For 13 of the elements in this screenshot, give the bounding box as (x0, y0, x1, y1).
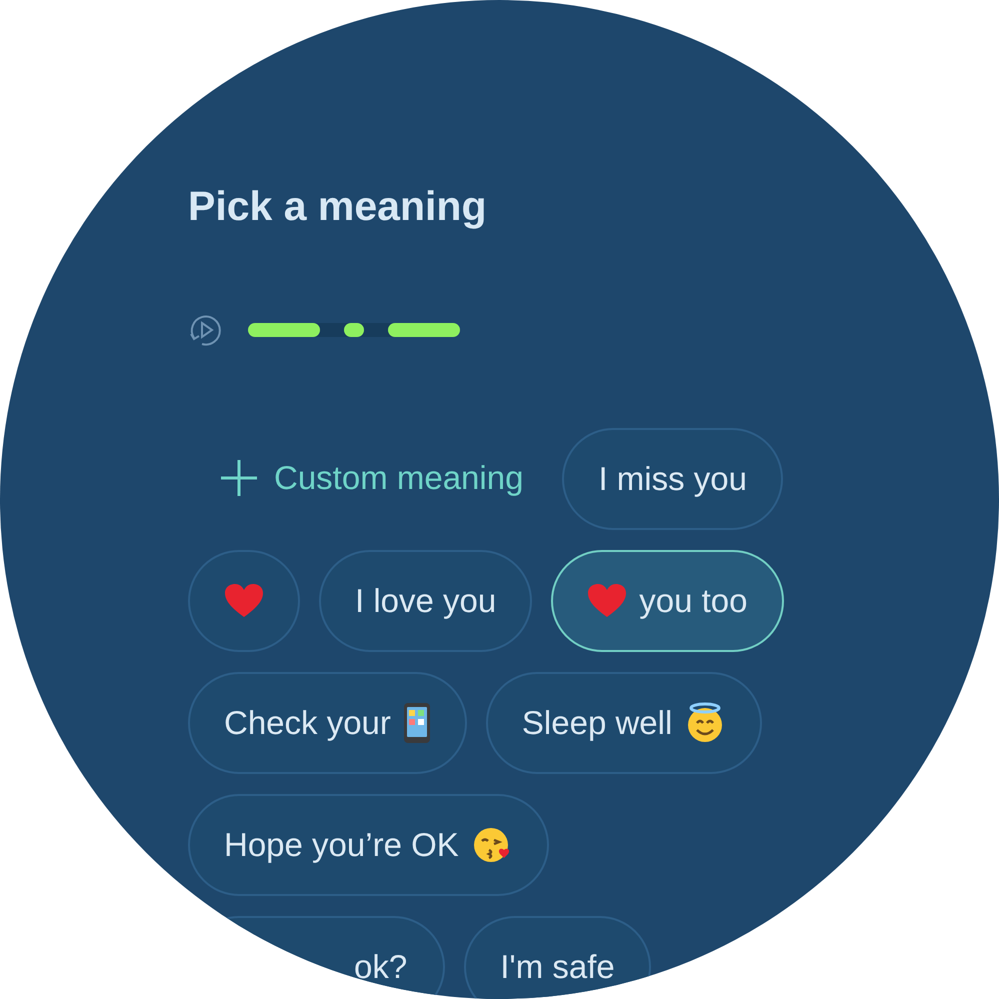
meaning-chip[interactable]: you too (551, 550, 784, 652)
meaning-chip[interactable]: Sleep well (486, 672, 762, 774)
heart-icon (224, 583, 264, 619)
heart-icon (587, 583, 628, 619)
meaning-chip[interactable]: Check your (188, 672, 467, 774)
meaning-chip[interactable]: I miss you (562, 428, 783, 530)
phone-icon (402, 702, 431, 744)
meaning-chip[interactable]: Hope you’re OK (188, 794, 549, 896)
meaning-chip[interactable]: I'm safe (464, 916, 651, 999)
plus-icon (220, 459, 258, 497)
custom-meaning-button[interactable]: Custom meaning (188, 428, 544, 528)
meaning-chip[interactable]: I love you (319, 550, 532, 652)
screen-title: Pick a meaning (188, 182, 488, 231)
